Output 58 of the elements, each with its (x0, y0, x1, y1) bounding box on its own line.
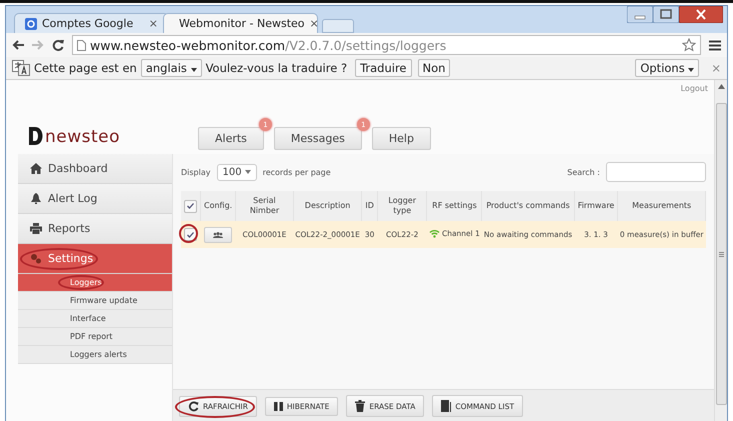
scrollbar-thumb[interactable] (716, 103, 726, 405)
display-label: Display (181, 168, 210, 176)
menu-icon[interactable] (709, 40, 721, 50)
caret-icon (244, 170, 251, 174)
close-tab-icon[interactable]: × (310, 17, 319, 30)
search-label: Search : (567, 168, 600, 176)
column-header[interactable]: ID (365, 201, 374, 211)
trash-icon (355, 400, 366, 412)
header-button[interactable]: Alerts (198, 127, 264, 150)
translate-message: Cette page est en (34, 61, 137, 75)
page-icon (77, 40, 86, 50)
translate-icon (12, 60, 30, 76)
address-bar[interactable]: www.newsteo-webmonitor.com/V2.0.7.0/settings/loggers (72, 35, 701, 55)
close-tab-icon[interactable]: × (148, 17, 158, 30)
records-label: records per page (262, 168, 331, 176)
sidebar-subitem[interactable]: Interface (18, 310, 172, 328)
options-dropdown[interactable]: Options (635, 59, 700, 77)
url-text: www.newsteo-webmonitor.com/V2.0.7.0/settings/loggers (90, 38, 446, 52)
config-button[interactable] (204, 226, 232, 242)
pause-icon (274, 402, 283, 410)
printer-icon (30, 223, 42, 234)
logo-text: newsteo (45, 129, 120, 146)
sidebar-item[interactable]: Dashboard (18, 154, 172, 184)
browser-tab[interactable]: Webmonitor - Newsteo × (163, 13, 318, 33)
close-icon[interactable] (679, 6, 723, 23)
sidebar-item[interactable]: Settings (18, 244, 172, 274)
language-dropdown[interactable]: anglais (140, 59, 202, 77)
sidebar-subitem[interactable]: Loggers (18, 274, 172, 292)
caret-icon (688, 68, 694, 72)
page-size-dropdown[interactable]: 100 (216, 164, 257, 180)
caret-icon (190, 68, 197, 72)
star-icon[interactable] (682, 38, 696, 52)
reload-icon[interactable] (52, 39, 64, 51)
scroll-up-icon[interactable] (718, 84, 724, 89)
translate-question: Voulez-vous la traduire ? (206, 61, 348, 75)
minimize-icon[interactable] (627, 6, 653, 23)
sidebar-item[interactable]: Reports (18, 214, 172, 244)
back-icon[interactable] (12, 40, 24, 50)
sidebar-subitem[interactable]: Loggers alerts (18, 346, 172, 364)
refresh-icon (188, 400, 199, 412)
wifi-icon (428, 229, 440, 238)
people-icon (213, 232, 224, 238)
logo-icon (28, 126, 44, 146)
sidebar-subitem[interactable]: PDF report (18, 328, 172, 346)
maximize-icon[interactable] (653, 6, 679, 23)
translate-button[interactable]: Traduire (355, 59, 412, 77)
sidebar-subitem[interactable]: Firmware update (18, 292, 172, 310)
bell-icon (30, 193, 42, 204)
home-icon (30, 163, 42, 174)
select-all-checkbox[interactable] (184, 200, 197, 212)
search-field[interactable] (606, 162, 706, 182)
check-icon (187, 203, 194, 209)
translate-button[interactable]: Non (418, 59, 450, 77)
header-button[interactable]: Messages (274, 127, 362, 150)
sidebar-item[interactable]: Alert Log (18, 184, 172, 214)
check-icon (187, 232, 194, 238)
header-button[interactable]: Help (372, 127, 431, 150)
google-icon (25, 18, 37, 30)
